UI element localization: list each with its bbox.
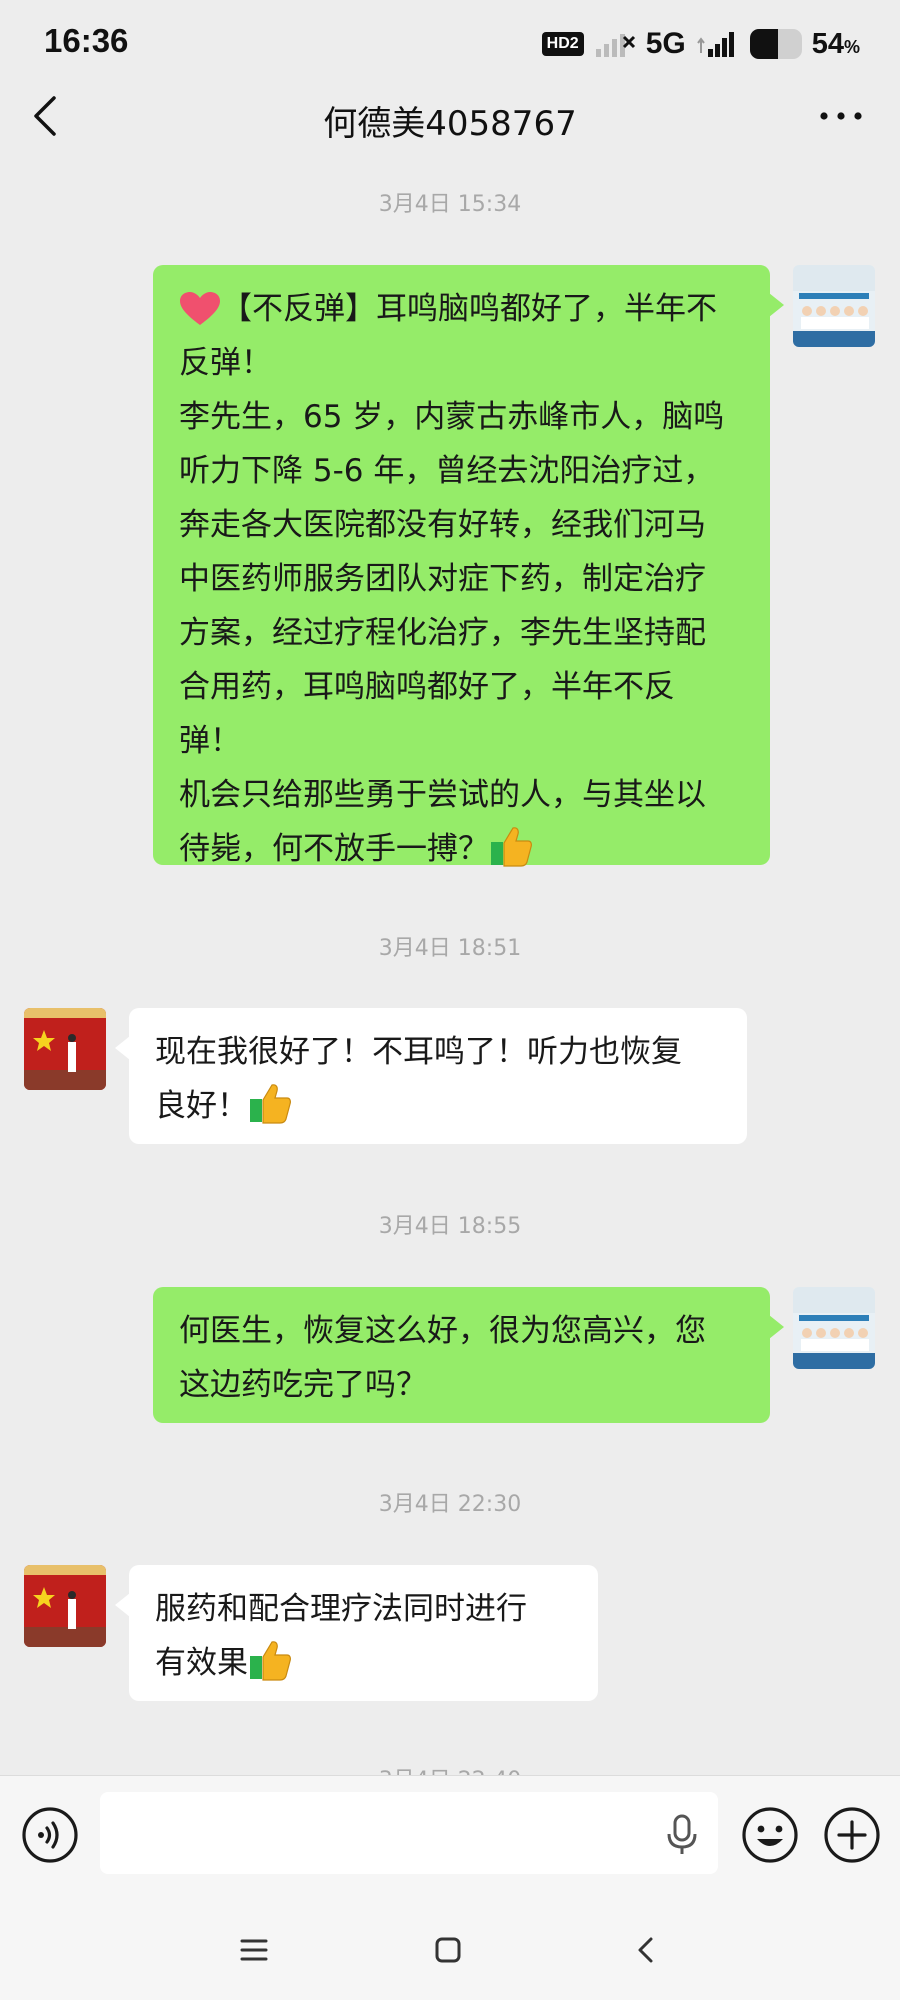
message-line: 奔走各大医院都没有好转，经我们河马: [179, 507, 706, 543]
flag-avatar-icon: [24, 1565, 106, 1647]
message-line: 这边药吃完了吗？: [179, 1367, 427, 1403]
status-time: 16:36: [44, 22, 129, 59]
network-type: 5G: [645, 27, 686, 60]
message-line: 合用药，耳鸣脑鸣都好了，半年不反: [179, 669, 675, 705]
more-dots-icon[interactable]: [818, 104, 864, 128]
message-text: 有效果: [155, 1645, 248, 1681]
signal-weak-icon: [595, 34, 635, 57]
message-line: 方案，经过疗程化治疗，李先生坚持配: [179, 615, 706, 651]
message-timestamp: 3月4日 15:34: [378, 192, 522, 217]
thumbs-up-icon: [491, 827, 532, 867]
message-line: 听力下降 5-6 年，曾经去沈阳治疗过，: [179, 453, 715, 489]
hd-badge: HD2: [541, 32, 584, 56]
flag-avatar-icon: [24, 1008, 106, 1090]
my-avatar[interactable]: [793, 265, 875, 347]
contact-avatar[interactable]: [24, 1008, 106, 1090]
menu-icon[interactable]: [234, 1930, 274, 1970]
message-text: 良好！: [155, 1088, 248, 1124]
message-text: 【不反弹】耳鸣脑鸣都好了，半年不: [221, 291, 717, 327]
voice-icon[interactable]: [20, 1805, 80, 1865]
my-avatar[interactable]: [793, 1287, 875, 1369]
message-input[interactable]: [100, 1792, 718, 1874]
message-line: 良好！: [155, 1079, 721, 1133]
battery-percent-value: 54: [811, 27, 844, 60]
message-line: 中医药师服务团队对症下药，制定治疗: [179, 561, 706, 597]
contact-avatar[interactable]: [24, 1565, 106, 1647]
pharmacy-team-avatar-icon: [793, 265, 875, 347]
message-line: 有效果: [155, 1636, 572, 1690]
status-indicators: HD2 5G 54%: [541, 24, 860, 64]
battery-icon: [749, 29, 802, 59]
message-bubble-received[interactable]: 现在我很好了！不耳鸣了！听力也恢复 良好！: [115, 1008, 747, 1144]
pharmacy-team-avatar-icon: [793, 1287, 875, 1369]
message-line: 机会只给那些勇于尝试的人，与其坐以: [179, 777, 706, 813]
emoji-icon[interactable]: [740, 1805, 800, 1865]
battery-level: [749, 29, 778, 59]
signal-icon: [696, 32, 734, 57]
thumbs-up-icon: [250, 1641, 291, 1681]
message-line: 服药和配合理疗法同时进行: [155, 1591, 527, 1627]
message-bubble-sent[interactable]: 【不反弹】耳鸣脑鸣都好了，半年不 反弹！ 李先生，65 岁，内蒙古赤峰市人，脑鸣…: [153, 265, 784, 867]
message-timestamp: 3月4日 18:51: [378, 936, 522, 961]
message-line: 李先生，65 岁，内蒙古赤峰市人，脑鸣: [179, 399, 725, 435]
thumbs-up-icon: [250, 1084, 291, 1124]
message-line: 现在我很好了！不耳鸣了！听力也恢复: [155, 1034, 682, 1070]
battery-percent-unit: %: [843, 36, 860, 57]
message-line: 何医生，恢复这么好，很为您高兴，您: [179, 1313, 706, 1349]
back-icon[interactable]: [626, 1930, 666, 1970]
message-text: 待毙，何不放手一搏？: [179, 831, 489, 867]
message-line: 弹！: [179, 723, 241, 759]
microphone-icon[interactable]: [664, 1813, 700, 1857]
message-bubble-sent[interactable]: 何医生，恢复这么好，很为您高兴，您 这边药吃完了吗？: [153, 1287, 784, 1423]
message-line: 反弹！: [179, 345, 272, 381]
message-line: 待毙，何不放手一搏？: [179, 822, 744, 876]
home-icon[interactable]: [428, 1930, 468, 1970]
message-timestamp: 3月4日 18:55: [378, 1214, 522, 1239]
message-line: 【不反弹】耳鸣脑鸣都好了，半年不: [179, 282, 744, 336]
plus-icon[interactable]: [822, 1805, 882, 1865]
message-timestamp: 3月4日 22:30: [378, 1492, 522, 1517]
red-heart-icon: [180, 292, 220, 325]
message-bubble-received[interactable]: 服药和配合理疗法同时进行 有效果: [115, 1565, 598, 1701]
battery-percent: 54%: [812, 28, 860, 61]
chat-title: 何德美4058767: [323, 104, 577, 144]
